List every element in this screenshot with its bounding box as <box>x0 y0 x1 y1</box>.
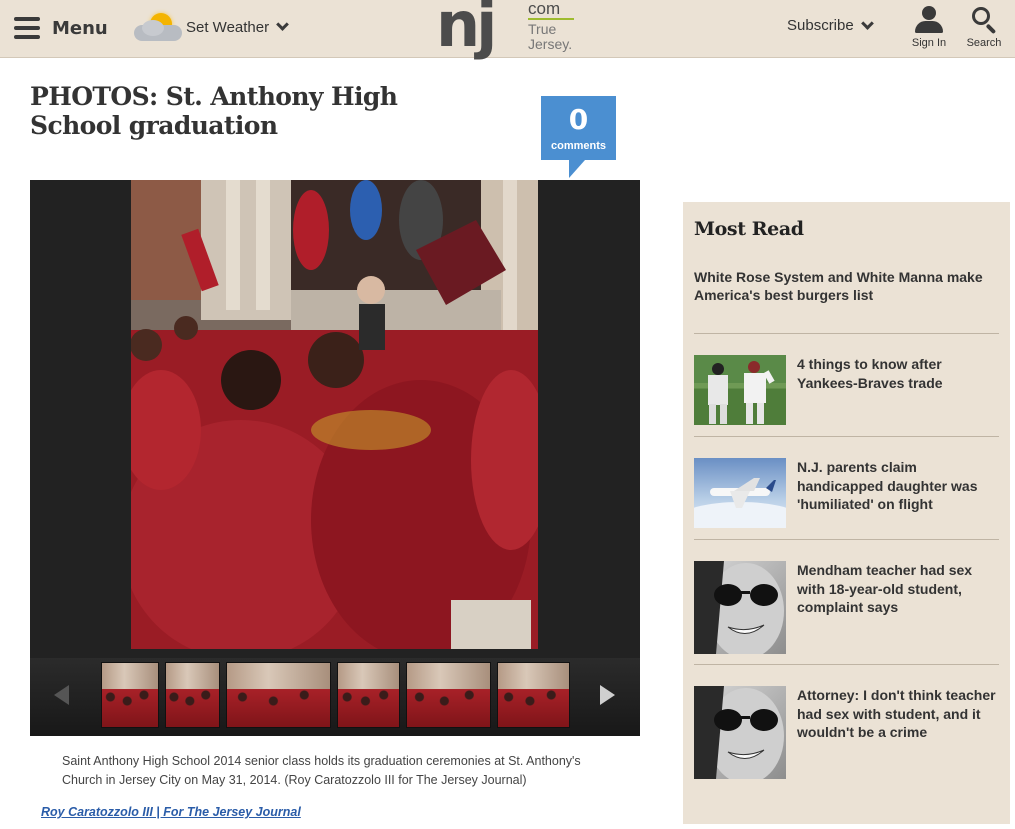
story-headline: Attorney: I don't think teacher had sex … <box>797 687 996 740</box>
search-icon <box>969 5 999 35</box>
logo-com: com <box>528 0 561 18</box>
logo-wordmark: nj <box>436 0 497 61</box>
set-weather-button[interactable]: Set Weather <box>132 9 289 45</box>
logo-rule <box>528 18 574 20</box>
weather-label: Set Weather <box>186 18 270 36</box>
baseball-players-photo <box>694 355 786 425</box>
woman-sunglasses-photo <box>694 561 786 654</box>
story-headline: Mendham teacher had sex with 18-year-old… <box>797 562 973 615</box>
gallery-thumbnail[interactable] <box>101 662 159 728</box>
gallery-thumbnail[interactable] <box>226 662 331 728</box>
comments-count: 0 <box>568 103 589 136</box>
site-logo[interactable]: nj com True Jersey. <box>436 0 586 58</box>
search-label: Search <box>966 37 1002 49</box>
gallery-thumbnail[interactable] <box>406 662 491 728</box>
story-headline: N.J. parents claim handicapped daughter … <box>797 459 978 512</box>
divider <box>694 539 999 540</box>
logo-tagline: True Jersey. <box>528 21 573 52</box>
chevron-down-icon <box>860 16 874 30</box>
most-read-story[interactable]: Attorney: I don't think teacher had sex … <box>694 686 999 780</box>
next-photo-arrow-icon[interactable] <box>596 682 622 708</box>
subscribe-button[interactable]: Subscribe <box>787 16 874 34</box>
subscribe-label: Subscribe <box>787 17 854 34</box>
graduation-photo <box>131 180 538 649</box>
hamburger-icon <box>14 17 40 39</box>
photo-credit-link[interactable]: Roy Caratozzolo III | For The Jersey Jou… <box>41 805 301 819</box>
user-icon <box>912 5 946 35</box>
comments-count-button[interactable]: 0 comments <box>541 96 616 178</box>
site-header: Menu Set Weather nj com True Jersey. Sub… <box>0 0 1015 58</box>
search-button[interactable]: Search <box>962 5 1006 49</box>
weather-sun-cloud-icon <box>132 9 188 45</box>
most-read-top-story-link[interactable]: White Rose System and White Manna make A… <box>694 268 999 304</box>
comments-label: comments <box>550 140 607 152</box>
gallery-thumbnail[interactable] <box>337 662 400 728</box>
sign-in-button[interactable]: Sign In <box>906 5 952 49</box>
menu-label: Menu <box>52 17 108 39</box>
menu-button[interactable]: Menu <box>14 12 108 44</box>
divider <box>694 664 999 665</box>
most-read-story[interactable]: Mendham teacher had sex with 18-year-old… <box>694 561 999 655</box>
gallery-main-photo[interactable] <box>131 180 538 649</box>
gallery-thumbnail[interactable] <box>165 662 220 728</box>
story-headline: 4 things to know after Yankees-Braves tr… <box>797 356 943 391</box>
most-read-story[interactable]: N.J. parents claim handicapped daughter … <box>694 458 999 530</box>
thumbnail-strip <box>30 658 640 736</box>
most-read-story[interactable]: 4 things to know after Yankees-Braves tr… <box>694 355 999 427</box>
most-read-sidebar: Most Read White Rose System and White Ma… <box>683 202 1010 824</box>
most-read-heading: Most Read <box>694 218 804 240</box>
gallery-thumbnail[interactable] <box>497 662 570 728</box>
photo-gallery <box>30 180 640 736</box>
page-title: PHOTOS: St. Anthony High School graduati… <box>30 82 398 140</box>
sign-in-label: Sign In <box>911 37 947 49</box>
woman-sunglasses-photo <box>694 686 786 779</box>
divider <box>694 436 999 437</box>
photo-caption: Saint Anthony High School 2014 senior cl… <box>62 754 581 787</box>
chevron-down-icon <box>276 18 289 31</box>
previous-photo-arrow-icon[interactable] <box>50 682 76 708</box>
divider <box>694 333 999 334</box>
airplane-photo <box>694 458 786 528</box>
